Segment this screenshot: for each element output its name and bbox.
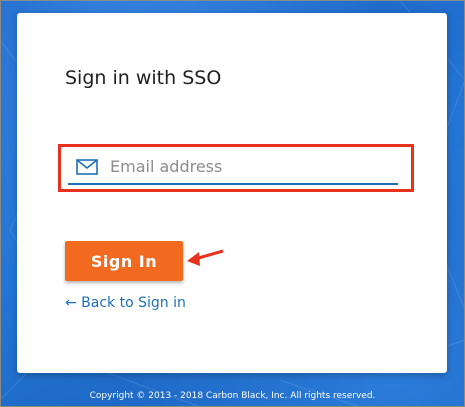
annotation-arrow-icon [187,249,224,266]
footer-copyright: Copyright © 2013 - 2018 Carbon Black, In… [89,391,376,401]
sign-in-button[interactable]: Sign In [65,241,183,281]
page-title: Sign in with SSO [65,67,222,89]
annotation-highlight-box [58,144,414,192]
sso-card: Sign in with SSO Sign In ← Back to Sign … [17,13,447,373]
back-to-sign-in-link[interactable]: ← Back to Sign in [65,295,186,311]
